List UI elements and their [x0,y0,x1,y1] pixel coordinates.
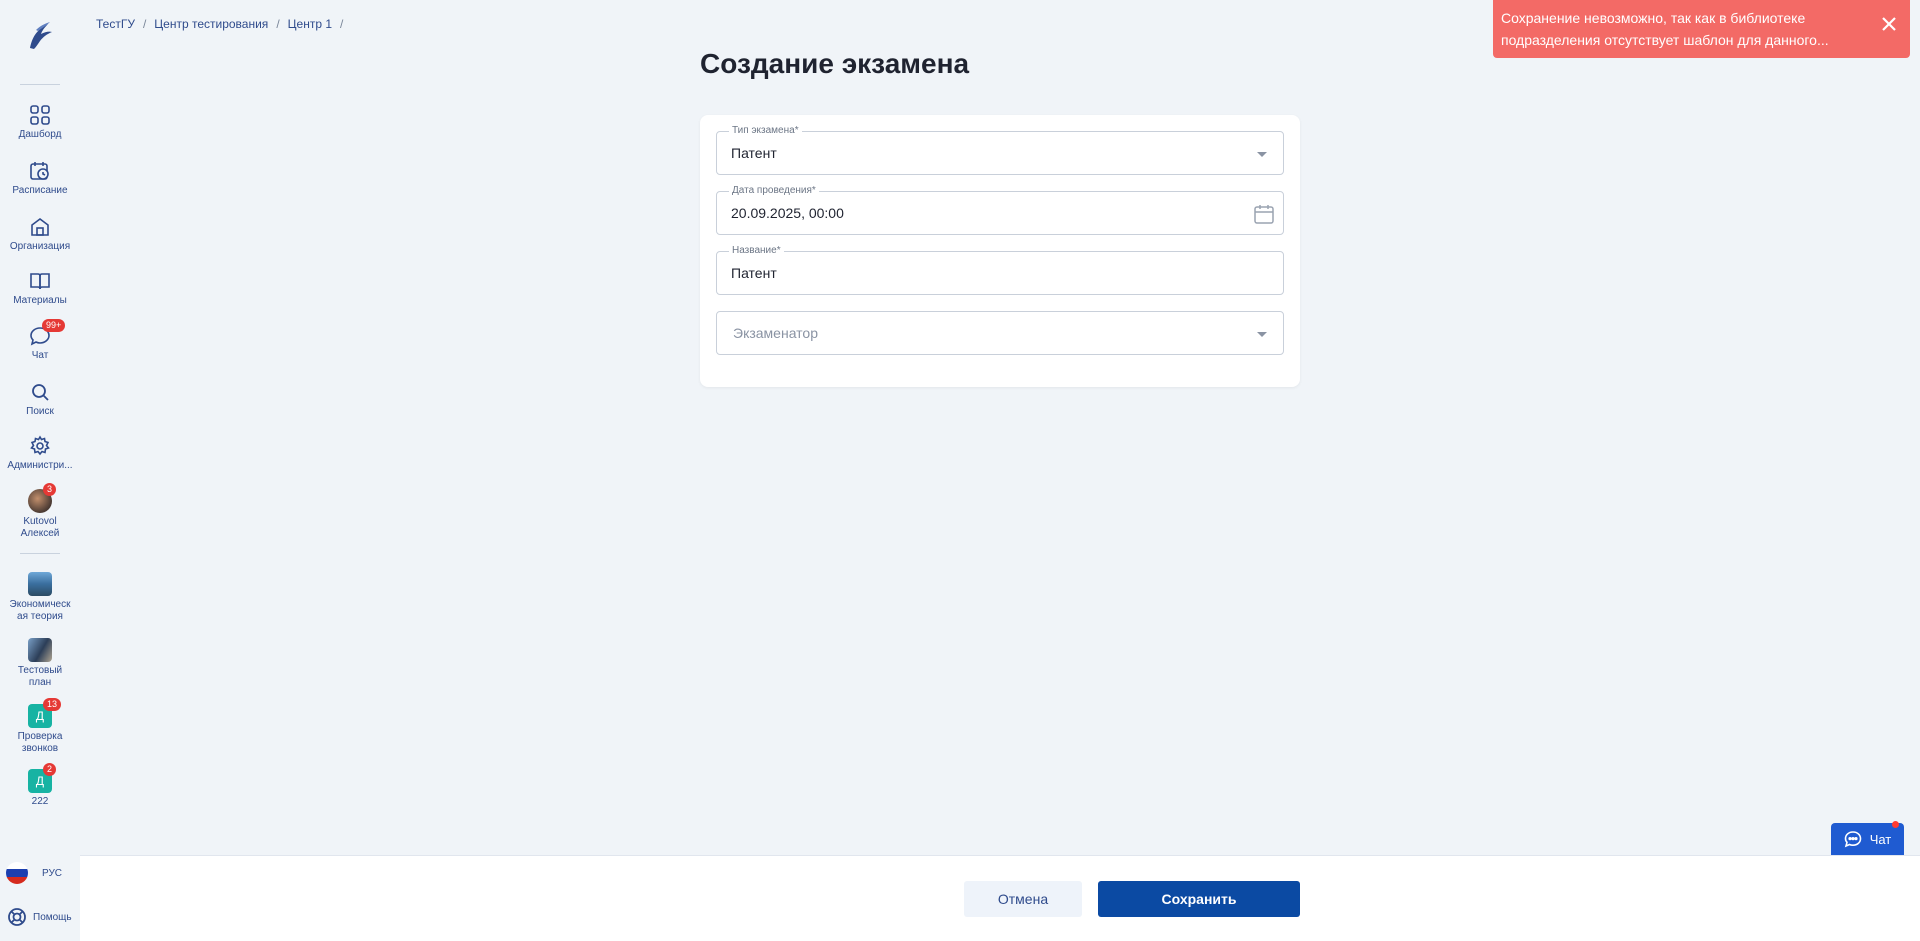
field-label: Тип экзамена* [729,125,802,137]
chat-widget-button[interactable]: Чат [1831,821,1904,855]
sidebar-divider [20,84,60,85]
course-letter: Д [35,774,45,788]
sidebar-divider [20,553,60,554]
breadcrumb-item[interactable]: Центр тестирования [154,17,268,31]
sidebar-course-call-check[interactable]: Д 13 Проверка звонков [0,698,80,755]
course-letter: Д [35,709,45,723]
help-label: Помощь [33,911,72,923]
toast-message: Сохранение невозможно, так как в библиот… [1501,10,1829,48]
user-badge: 3 [43,483,57,496]
course-label: звонков [21,743,59,754]
book-icon [29,270,51,292]
sidebar: Дашборд Расписание Организация Материалы [0,0,80,941]
sidebar-item-dashboard[interactable]: Дашборд [0,104,80,141]
course-label: 222 [31,796,49,807]
sidebar-item-label: Организация [9,241,71,252]
course-label: Проверка [17,731,63,742]
course-label: Тестовый [17,665,63,676]
language-label: РУС [42,867,63,879]
sidebar-item-label: Чат [31,350,49,361]
exam-type-select[interactable]: Тип экзамена* Патент [716,125,1284,175]
course-thumbnail: Д 13 [28,698,62,728]
sidebar-item-label: Материалы [13,295,67,306]
course-badge: 13 [43,698,62,711]
chat-icon: 99+ [29,319,66,347]
sidebar-item-label: Поиск [26,406,54,417]
sidebar-item-label: Администри... [7,460,73,471]
field-value: 20.09.2025, 00:00 [731,205,844,221]
page-title: Создание экзамена [700,48,970,79]
chevron-down-icon [1257,332,1267,337]
sidebar-bottom: РУС Помощь [0,808,80,941]
help-link[interactable]: Помощь [6,906,72,928]
cancel-button[interactable]: Отмена [964,881,1082,917]
field-value: Патент [731,145,777,161]
russia-flag-icon [6,862,28,884]
field-placeholder: Экзаменатор [733,325,818,341]
exam-form-card: Тип экзамена* Патент Дата проведения* 20… [700,115,1300,387]
form-footer: Отмена Сохранить [80,855,1920,941]
chevron-down-icon [1257,152,1267,157]
calendar-icon[interactable] [1253,203,1275,225]
course-label: план [28,677,52,688]
error-toast: Сохранение невозможно, так как в библиот… [1493,0,1910,58]
notification-dot [1892,821,1899,828]
lifebuoy-icon [8,908,26,926]
field-label: Название* [729,245,784,257]
close-icon[interactable] [1880,15,1898,33]
save-button[interactable]: Сохранить [1098,881,1300,917]
course-thumbnail [28,572,52,596]
sidebar-item-user[interactable]: 3 Kutovol Алексей [0,483,80,540]
sidebar-item-materials[interactable]: Материалы [0,270,80,307]
field-label: Дата проведения* [729,185,819,197]
sidebar-item-schedule[interactable]: Расписание [0,160,80,197]
breadcrumb: ТестГУ / Центр тестирования / Центр 1 / [96,17,343,31]
gear-icon [29,435,51,457]
calendar-clock-icon [29,160,51,182]
sidebar-item-label: Расписание [12,185,68,196]
sidebar-item-organization[interactable]: Организация [0,216,80,253]
breadcrumb-item[interactable]: ТестГУ [96,17,135,31]
sidebar-item-search[interactable]: Поиск [0,381,80,418]
course-label: Экономическ [9,599,71,610]
building-icon [29,216,51,238]
sidebar-item-chat[interactable]: 99+ Чат [0,319,80,362]
breadcrumb-separator: / [142,17,147,31]
sidebar-course-test-plan[interactable]: Тестовый план [0,638,80,689]
avatar: 3 [28,483,57,513]
field-value: Патент [731,265,777,281]
chat-bubble-icon [1844,831,1862,848]
course-thumbnail [28,638,52,662]
exam-date-field[interactable]: Дата проведения* 20.09.2025, 00:00 [716,185,1284,235]
examiner-select[interactable]: Экзаменатор [716,311,1284,355]
exam-name-field[interactable]: Название* Патент [716,245,1284,295]
search-icon [29,381,51,403]
user-surname: Алексей [20,528,60,539]
grid-icon [29,104,51,126]
chat-widget-label: Чат [1869,831,1892,847]
logo-icon[interactable] [22,18,58,54]
breadcrumb-separator: / [276,17,280,31]
sidebar-item-label: Дашборд [18,129,62,140]
chat-badge: 99+ [42,319,66,332]
sidebar-course-economic-theory[interactable]: Экономическ ая теория [0,572,80,623]
sidebar-course-222[interactable]: Д 2 222 [0,763,80,808]
course-label: ая теория [17,611,63,622]
language-switcher[interactable]: РУС [6,862,62,884]
course-badge: 2 [43,763,57,776]
breadcrumb-item[interactable]: Центр 1 [288,17,332,31]
breadcrumb-separator: / [340,17,344,31]
user-name: Kutovol [23,516,57,527]
sidebar-item-admin[interactable]: Администри... [0,435,80,472]
course-thumbnail: Д 2 [28,763,57,793]
